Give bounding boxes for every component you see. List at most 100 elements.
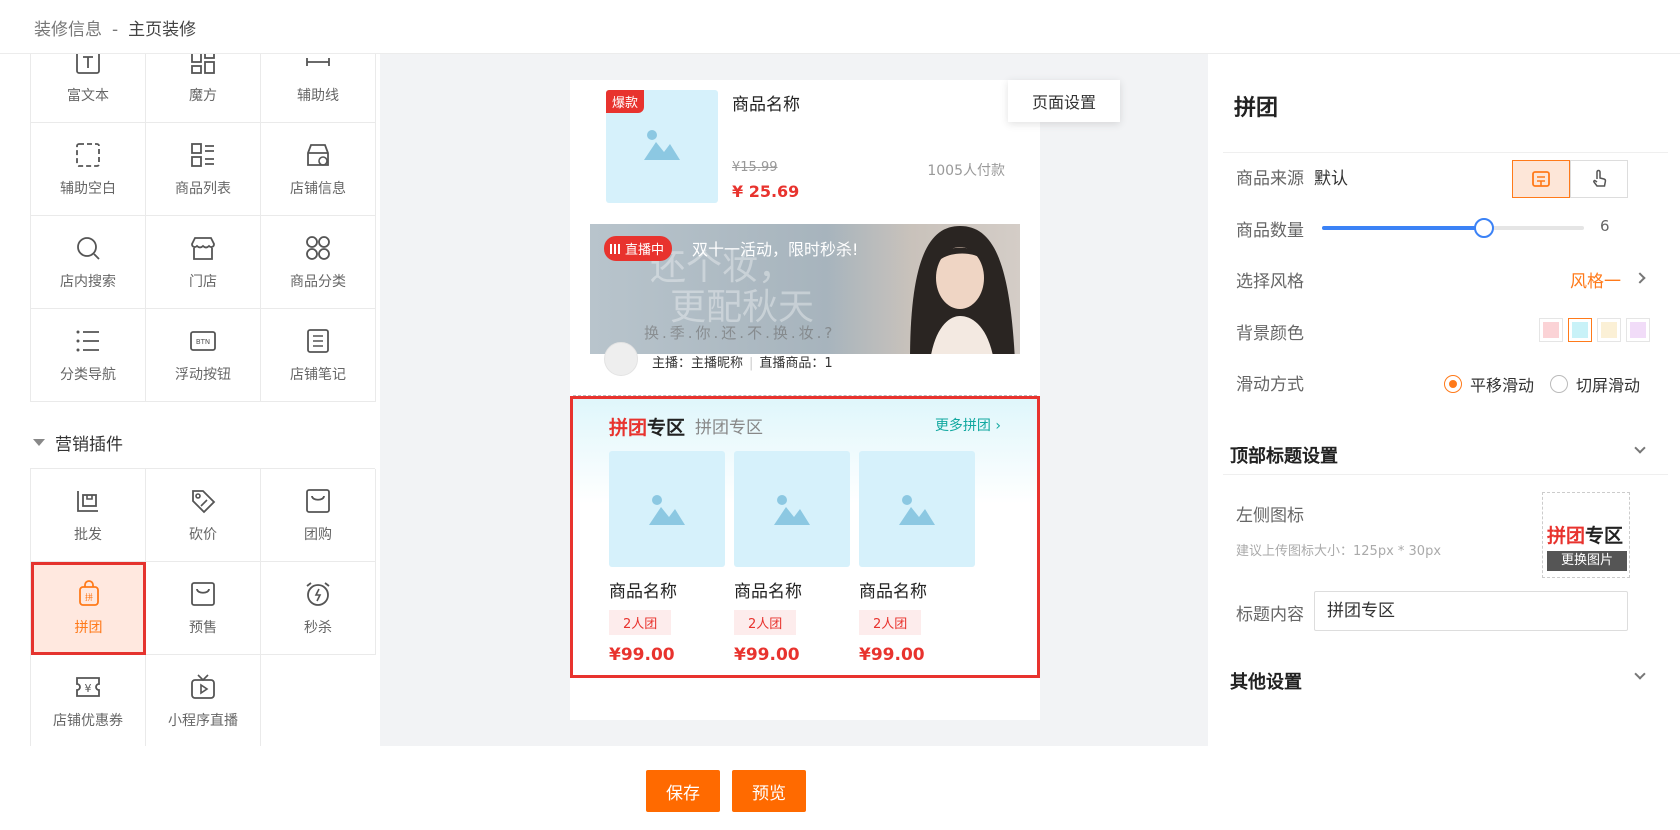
pintuan-item[interactable]: 商品名称 2人团 ¥99.00 bbox=[734, 451, 850, 665]
breadcrumb-separator: - bbox=[112, 20, 119, 40]
pintuan-item-price: ¥99.00 bbox=[609, 645, 675, 665]
component-rich-text[interactable]: 富文本 bbox=[31, 54, 146, 123]
app-root: 装修信息 - 主页装修 富文本 魔方 辅助线 辅助空白 商品列表 店铺信息 店内… bbox=[0, 0, 1680, 830]
chevron-down-icon[interactable] bbox=[1634, 668, 1646, 680]
goods-paid-count: 1005人付款 bbox=[927, 163, 1005, 179]
component-category-nav[interactable]: 分类导航 bbox=[31, 309, 146, 402]
more-label: 更多拼团 bbox=[934, 418, 991, 434]
title-content-input[interactable]: 拼团专区 bbox=[1314, 591, 1628, 631]
component-store-info[interactable]: 店铺信息 bbox=[261, 123, 376, 216]
pintuan-item[interactable]: 商品名称 2人团 ¥99.00 bbox=[609, 451, 725, 665]
component-shop[interactable]: 门店 bbox=[146, 216, 261, 309]
live-banner[interactable]: 还个妆， 更配秋天 换.季.你.还.不.换.妆.? 直播中 双十一活动，限时秒杀… bbox=[590, 224, 1020, 354]
component-label: 店铺优惠券 bbox=[53, 712, 123, 729]
marketing-section-header[interactable]: 营销插件 bbox=[33, 430, 123, 455]
count-slider[interactable] bbox=[1322, 218, 1584, 238]
source-manual-button[interactable] bbox=[1570, 160, 1628, 198]
marketing-components-grid: 批发 砍价 团购 拼 拼团 预售 秒杀 ¥ 店铺优惠券 小程序直播 bbox=[30, 468, 376, 746]
source-label: 商品来源 bbox=[1236, 169, 1304, 189]
save-button[interactable]: 保存 bbox=[646, 770, 720, 812]
slider-knob[interactable] bbox=[1474, 218, 1495, 238]
component-product-list[interactable]: 商品列表 bbox=[146, 123, 261, 216]
component-category[interactable]: 商品分类 bbox=[261, 216, 376, 309]
anchor-info: 主播：主播昵称 | 直播商品：1 bbox=[652, 352, 833, 371]
style-select[interactable]: 风格一 bbox=[1570, 267, 1621, 292]
info-separator: | bbox=[749, 356, 754, 371]
radio-checked-icon bbox=[1444, 375, 1462, 393]
divider bbox=[1223, 474, 1668, 475]
component-store-notes[interactable]: 店铺笔记 bbox=[261, 309, 376, 402]
component-label: 商品列表 bbox=[175, 180, 231, 197]
pintuan-dashed-outline bbox=[573, 395, 1037, 396]
component-blank[interactable]: 辅助空白 bbox=[31, 123, 146, 216]
chevron-down-icon[interactable] bbox=[1634, 442, 1646, 454]
source-default-button[interactable] bbox=[1512, 160, 1570, 198]
component-search[interactable]: 店内搜索 bbox=[31, 216, 146, 309]
component-group-buy[interactable]: 团购 bbox=[261, 469, 376, 562]
component-label: 浮动按钮 bbox=[175, 366, 231, 383]
top-title-section-header[interactable]: 顶部标题设置 bbox=[1230, 442, 1338, 468]
phone-preview: 爆款 商品名称 ¥15.99 ¥ 25.69 1005人付款 还个妆， 更配秋天… bbox=[570, 80, 1040, 720]
pintuan-more-link[interactable]: 更多拼团 › bbox=[935, 415, 1001, 435]
alarm-clock-icon bbox=[306, 581, 330, 606]
component-label: 分类导航 bbox=[60, 366, 116, 383]
change-image-button[interactable]: 更换图片 bbox=[1547, 551, 1627, 571]
bg-color-swatch-pink[interactable] bbox=[1539, 318, 1563, 342]
component-seckill[interactable]: 秒杀 bbox=[261, 562, 376, 655]
product-list-icon bbox=[191, 142, 214, 167]
icon-size-hint: 建议上传图标大小：125px * 30px bbox=[1236, 544, 1442, 559]
count-value: 6 bbox=[1600, 217, 1610, 235]
bg-color-swatch-cream[interactable] bbox=[1597, 318, 1621, 342]
shop-icon bbox=[191, 236, 215, 260]
component-label: 小程序直播 bbox=[168, 712, 238, 729]
breadcrumb-current: 主页装修 bbox=[128, 20, 197, 40]
bg-color-swatch-cyan[interactable] bbox=[1568, 318, 1592, 342]
radio-slide-pan[interactable]: 平移滑动 bbox=[1444, 372, 1534, 396]
page-settings-button[interactable]: 页面设置 bbox=[1008, 80, 1120, 122]
swatch-fill bbox=[1543, 322, 1559, 338]
settings-panel: 拼团 商品来源 默认 商品数量 6 选择风格 风格一 背景颜色 滑动方式 平移滑… bbox=[1208, 54, 1680, 746]
component-divider[interactable]: 辅助线 bbox=[261, 54, 376, 123]
radio-slide-screen[interactable]: 切屏滑动 bbox=[1550, 372, 1640, 396]
component-cube[interactable]: 魔方 bbox=[146, 54, 261, 123]
logo-black-text: 专区 bbox=[1585, 525, 1624, 547]
component-presale[interactable]: 预售 bbox=[146, 562, 261, 655]
btn-icon: BTN bbox=[190, 330, 216, 351]
pintuan-icon: 拼 bbox=[78, 580, 99, 606]
component-pintuan[interactable]: 拼 拼团 bbox=[31, 562, 146, 655]
preview-button[interactable]: 预览 bbox=[732, 770, 806, 812]
component-label: 拼团 bbox=[74, 620, 103, 636]
pintuan-item-tag: 2人团 bbox=[859, 610, 922, 635]
component-wholesale[interactable]: 批发 bbox=[31, 469, 146, 562]
component-bargain[interactable]: 砍价 bbox=[146, 469, 261, 562]
component-coupon[interactable]: ¥ 店铺优惠券 bbox=[31, 655, 146, 746]
pintuan-title: 拼团专区 bbox=[695, 418, 763, 438]
component-label: 批发 bbox=[74, 526, 102, 543]
component-float-button[interactable]: BTN 浮动按钮 bbox=[146, 309, 261, 402]
pintuan-block[interactable]: 拼团专区 拼团专区 更多拼团 › 商品名称 2人团 ¥99.00 商品名称 2人… bbox=[570, 395, 1040, 678]
cube-icon bbox=[191, 54, 215, 74]
rich-text-icon bbox=[76, 54, 100, 74]
live-badge-label: 直播中 bbox=[625, 243, 665, 258]
component-mini-live[interactable]: 小程序直播 bbox=[146, 655, 261, 746]
collapse-triangle-icon bbox=[33, 439, 45, 446]
live-title: 双十一活动，限时秒杀! bbox=[692, 240, 859, 259]
style-label: 选择风格 bbox=[1236, 272, 1304, 292]
live-status-badge: 直播中 bbox=[604, 236, 673, 261]
category-icon bbox=[306, 235, 330, 260]
pintuan-item[interactable]: 商品名称 2人团 ¥99.00 bbox=[859, 451, 975, 665]
anchor-name: 主播：主播昵称 bbox=[652, 356, 744, 371]
other-settings-section-header[interactable]: 其他设置 bbox=[1230, 668, 1302, 694]
chevron-right-icon[interactable] bbox=[1634, 272, 1646, 284]
radio-label: 切屏滑动 bbox=[1576, 376, 1641, 395]
image-placeholder-icon bbox=[649, 495, 685, 525]
image-placeholder-icon bbox=[644, 130, 680, 160]
breadcrumb-root[interactable]: 装修信息 bbox=[34, 20, 102, 40]
radio-unchecked-icon bbox=[1550, 375, 1568, 393]
left-icon-upload[interactable]: 拼团专区 更换图片 bbox=[1542, 492, 1630, 578]
bg-color-swatch-lavender[interactable] bbox=[1626, 318, 1650, 342]
component-label: 店铺笔记 bbox=[290, 366, 346, 383]
pintuan-item-price: ¥99.00 bbox=[859, 645, 925, 665]
live-goods-count: 直播商品：1 bbox=[759, 356, 833, 371]
component-label: 团购 bbox=[304, 526, 332, 543]
